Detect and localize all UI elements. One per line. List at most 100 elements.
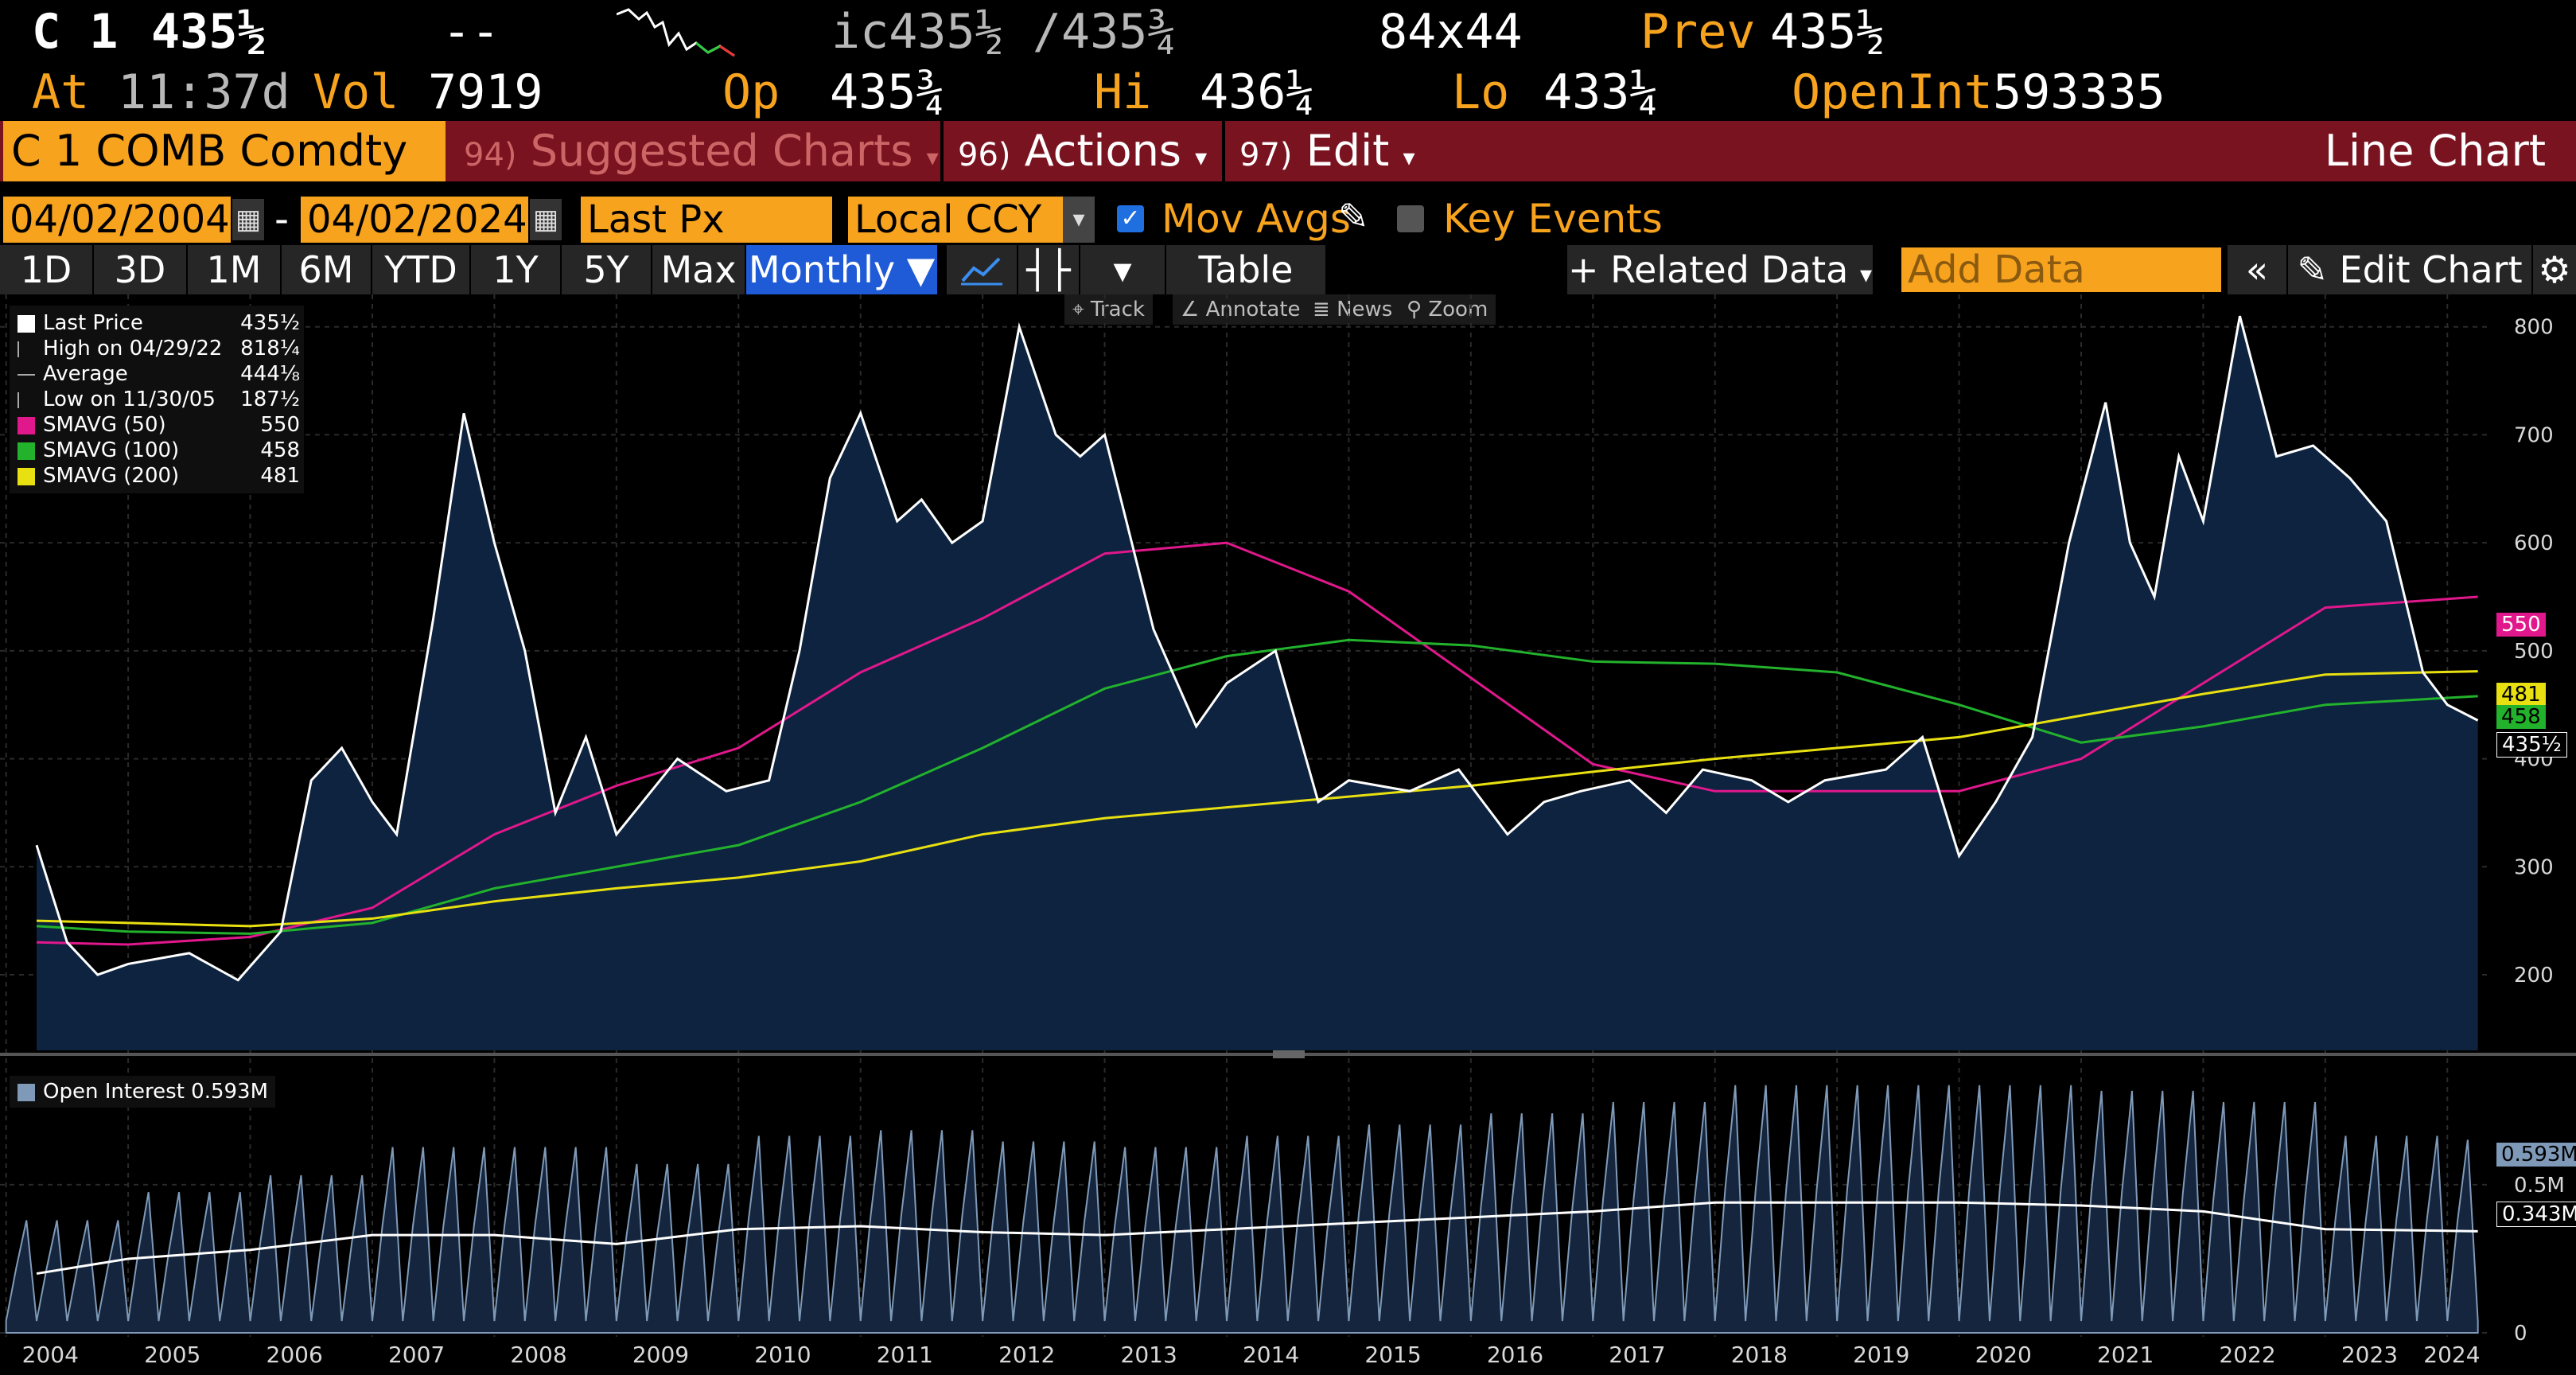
oi-y-tick-label: 0 bbox=[2514, 1322, 2527, 1346]
legend-swatch bbox=[18, 416, 35, 434]
pane-resize-handle bbox=[1273, 1050, 1305, 1058]
key-events-checkbox[interactable] bbox=[1397, 205, 1424, 232]
pencil-icon[interactable]: ✎ bbox=[1338, 193, 1369, 240]
edit-label: Edit bbox=[1306, 126, 1390, 176]
range-1y-button[interactable]: 1Y bbox=[471, 245, 560, 294]
gear-icon[interactable]: ⚙ bbox=[2533, 245, 2576, 294]
mov-avgs-label: Mov Avgs bbox=[1162, 196, 1351, 242]
price-chart[interactable]: 20030040050060070080000.5M2004 2005 2006 20… bbox=[0, 294, 2576, 1375]
chevron-down-icon: ▾ bbox=[926, 144, 939, 172]
range-1d-button[interactable]: 1D bbox=[0, 245, 92, 294]
mov-avgs-checkbox[interactable]: ✓ bbox=[1117, 205, 1144, 232]
price-legend: Last Price 435½ High on 04/29/22 818¼ Aver… bbox=[10, 306, 304, 493]
x-tick-label: 2007 bbox=[388, 1342, 445, 1368]
legend-low: Low on 11/30/05 187½ bbox=[18, 387, 300, 412]
x-tick-label: 2006 bbox=[267, 1342, 323, 1368]
legend-swatch bbox=[18, 442, 35, 460]
range-max-button[interactable]: Max bbox=[652, 245, 745, 294]
y-tick-label: 500 bbox=[2514, 640, 2554, 664]
calendar-icon[interactable]: ▦ bbox=[232, 199, 264, 240]
oi-avg-axis-tag: 0.343M bbox=[2496, 1202, 2576, 1227]
y-tick-label: 300 bbox=[2514, 855, 2554, 879]
chevron-down-icon: ▾ bbox=[1859, 261, 1873, 289]
low-value: 433¼ bbox=[1543, 64, 1659, 120]
legend-sma100: SMAVG (100) 458 bbox=[18, 438, 300, 463]
period-select[interactable]: Monthly ▼ bbox=[746, 245, 937, 294]
chevron-down-icon: ▾ bbox=[1195, 144, 1208, 172]
high-value: 436¼ bbox=[1200, 64, 1315, 120]
legend-sma50: SMAVG (50) 550 bbox=[18, 412, 300, 438]
open-interest-value: 593335 bbox=[1993, 64, 2165, 120]
open-interest-label: OpenInt bbox=[1792, 64, 1993, 120]
bar-chart-icon[interactable]: ┤├ bbox=[1018, 245, 1079, 294]
add-data-input[interactable]: Add Data bbox=[1901, 247, 2221, 292]
x-tick-label: 2013 bbox=[1121, 1342, 1177, 1368]
y-tick-label: 200 bbox=[2514, 964, 2554, 987]
security-field[interactable]: C 1 COMB Comdty bbox=[3, 121, 446, 181]
plus-icon: + bbox=[1567, 248, 1599, 291]
y-tick-label: 700 bbox=[2514, 423, 2554, 447]
related-data-menu[interactable]: + Related Data ▾ bbox=[1567, 245, 1873, 294]
net-change: -- bbox=[442, 4, 500, 60]
x-tick-label: 2009 bbox=[632, 1342, 689, 1368]
edit-number: 97) bbox=[1239, 137, 1293, 173]
currency-select[interactable]: Local CCY bbox=[848, 197, 1063, 243]
table-button[interactable]: Table bbox=[1166, 245, 1325, 294]
x-tick-label: 2015 bbox=[1364, 1342, 1421, 1368]
y-tick-label: 600 bbox=[2514, 532, 2554, 555]
suggested-charts-label: Suggested Charts bbox=[530, 126, 913, 176]
field-select[interactable]: Last Px bbox=[581, 197, 832, 243]
ticker: C 1 bbox=[32, 4, 119, 60]
range-5y-button[interactable]: 5Y bbox=[562, 245, 651, 294]
line-chart-icon[interactable] bbox=[947, 245, 1017, 294]
x-tick-label: 2008 bbox=[510, 1342, 566, 1368]
chevron-down-icon[interactable]: ▾ bbox=[1080, 245, 1165, 294]
chevron-down-icon: ▾ bbox=[1403, 144, 1415, 172]
x-tick-label: 2004 bbox=[22, 1342, 79, 1368]
open-interest-average-line bbox=[36, 1201, 2478, 1276]
oi-axis-tag: 0.593M bbox=[2496, 1143, 2576, 1167]
actions-menu[interactable]: 96) Actions ▾ bbox=[940, 121, 1217, 181]
legend-swatch bbox=[18, 1083, 35, 1101]
open-value: 435¾ bbox=[830, 64, 945, 120]
last-price: 435½ bbox=[151, 4, 267, 60]
last-price-axis-tag: 435½ bbox=[2496, 732, 2567, 758]
chevron-down-icon[interactable]: ▾ bbox=[1063, 197, 1095, 243]
low-label: Lo bbox=[1452, 64, 1510, 120]
x-tick-label: 2016 bbox=[1487, 1342, 1543, 1368]
legend-last-price: Last Price 435½ bbox=[18, 310, 300, 336]
related-data-label: Related Data bbox=[1610, 248, 1849, 291]
sparkline-icon bbox=[617, 8, 735, 57]
x-tick-label: 2024 bbox=[2423, 1342, 2480, 1368]
high-marker-icon bbox=[18, 341, 35, 357]
bid-ask: ic435½ /435¾ bbox=[831, 4, 1177, 60]
start-date-input[interactable]: 04/02/2004 bbox=[3, 197, 231, 243]
chart-type-label: Line Chart bbox=[2324, 126, 2546, 176]
time-value: 11:37d bbox=[118, 64, 290, 120]
open-interest-legend: Open Interest 0.593M bbox=[10, 1076, 275, 1108]
range-ytd-button[interactable]: YTD bbox=[372, 245, 469, 294]
range-1m-button[interactable]: 1M bbox=[188, 245, 280, 294]
edit-menu[interactable]: 97) Edit ▾ bbox=[1222, 121, 1429, 181]
bid-ask-size: 84x44 bbox=[1379, 4, 1523, 60]
period-label: Monthly bbox=[748, 248, 896, 291]
at-label: At bbox=[32, 64, 90, 120]
prev-label: Prev bbox=[1640, 4, 1756, 60]
edit-chart-button[interactable]: ✎ Edit Chart bbox=[2288, 245, 2531, 294]
collapse-left-icon[interactable]: « bbox=[2228, 245, 2286, 294]
vol-value: 7919 bbox=[428, 64, 543, 120]
pencil-icon: ✎ bbox=[2297, 248, 2328, 291]
triangle-down-icon: ▼ bbox=[906, 248, 936, 291]
high-label: Hi bbox=[1094, 64, 1152, 120]
y-tick-label: 800 bbox=[2514, 316, 2554, 340]
calendar-icon[interactable]: ▦ bbox=[530, 199, 562, 240]
x-tick-label: 2023 bbox=[2341, 1342, 2398, 1368]
sma200-axis-tag: 481 bbox=[2496, 683, 2546, 707]
edit-chart-label: Edit Chart bbox=[2339, 248, 2523, 291]
end-date-input[interactable]: 04/02/2024 bbox=[301, 197, 528, 243]
open-interest-area bbox=[5, 1085, 2479, 1334]
range-6m-button[interactable]: 6M bbox=[282, 245, 371, 294]
legend-sma200: SMAVG (200) 481 bbox=[18, 463, 300, 489]
range-3d-button[interactable]: 3D bbox=[94, 245, 186, 294]
suggested-charts-menu[interactable]: 94) Suggested Charts ▾ bbox=[449, 121, 939, 181]
